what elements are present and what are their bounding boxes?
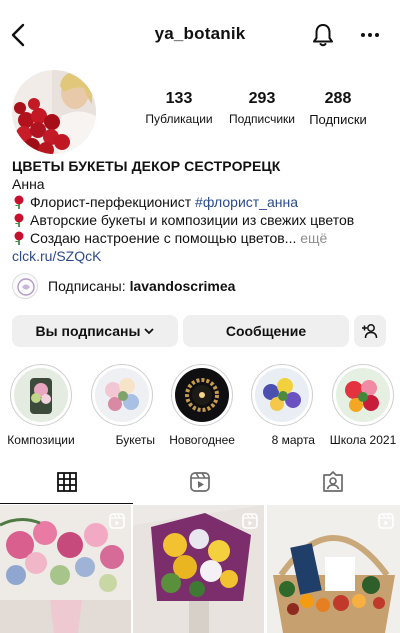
followed-by-prefix: Подписаны: bbox=[48, 278, 126, 294]
bio-website-link[interactable]: clck.ru/SZQcK bbox=[12, 247, 392, 265]
rose-icon bbox=[14, 231, 24, 245]
highlight-label: Новогоднее bbox=[169, 433, 235, 447]
tagged-icon bbox=[322, 471, 343, 492]
highlight-label: 8 марта bbox=[271, 433, 315, 447]
highlight-cover bbox=[251, 364, 313, 426]
following-label: Подписки bbox=[309, 112, 367, 127]
follower-avatar bbox=[12, 273, 38, 299]
grid-icon bbox=[56, 471, 77, 492]
following-count: 288 bbox=[324, 90, 352, 107]
highlight-cover bbox=[91, 364, 153, 426]
highlight-item[interactable]: Букеты bbox=[89, 364, 155, 449]
reels-icon bbox=[109, 513, 125, 529]
bio-line-1: Флорист-перфекционист bbox=[30, 194, 196, 210]
stat-following[interactable]: 288 Подписки bbox=[296, 90, 380, 127]
highlight-item[interactable]: Новогоднее bbox=[169, 364, 235, 449]
highlight-cover bbox=[332, 364, 394, 426]
add-user-icon bbox=[362, 324, 378, 339]
rose-icon bbox=[14, 195, 24, 209]
tab-posts[interactable] bbox=[0, 460, 133, 504]
profile-bio: ЦВЕТЫ БУКЕТЫ ДЕКОР СЕСТРОРЕЦК Анна Флори… bbox=[12, 157, 392, 265]
tab-tagged[interactable] bbox=[266, 460, 399, 504]
followers-count: 293 bbox=[248, 90, 276, 107]
reels-icon bbox=[242, 513, 258, 529]
posts-grid bbox=[0, 505, 400, 633]
post-thumbnail[interactable] bbox=[267, 505, 400, 633]
bio-more-link[interactable]: ещё bbox=[300, 230, 327, 246]
stat-posts[interactable]: 133 Публикации bbox=[135, 90, 223, 126]
chevron-down-icon bbox=[144, 328, 155, 335]
following-button[interactable]: Вы подписаны bbox=[12, 315, 178, 347]
highlight-item[interactable]: 8 марта bbox=[249, 364, 315, 449]
highlight-item[interactable]: Композиции bbox=[7, 364, 75, 449]
bio-line-3: Создаю настроение с помощью цветов... bbox=[30, 230, 301, 246]
posts-count: 133 bbox=[165, 90, 193, 107]
stat-followers[interactable]: 293 Подписчики bbox=[218, 90, 306, 126]
avatar[interactable] bbox=[12, 70, 96, 154]
add-user-button[interactable] bbox=[354, 315, 386, 347]
bio-line: Авторские букеты и композиции из свежих … bbox=[12, 211, 392, 229]
bio-hashtag-link[interactable]: #флорист_анна bbox=[195, 194, 298, 210]
bio-line: Флорист-перфекционист #флорист_анна bbox=[12, 193, 392, 211]
post-thumbnail[interactable] bbox=[133, 505, 264, 633]
highlight-item[interactable]: Школа 2021 bbox=[330, 364, 396, 449]
post-thumbnail[interactable] bbox=[0, 505, 131, 633]
highlight-cover bbox=[10, 364, 72, 426]
profile-tabs bbox=[0, 460, 400, 504]
bio-line: Создаю настроение с помощью цветов... ещ… bbox=[12, 229, 392, 247]
highlight-label: Композиции bbox=[7, 433, 75, 447]
following-button-label: Вы подписаны bbox=[35, 323, 141, 339]
reels-icon bbox=[189, 472, 210, 492]
profile-username: ya_botanik bbox=[154, 24, 246, 43]
reels-icon bbox=[378, 513, 394, 529]
highlight-cover bbox=[171, 364, 233, 426]
message-button-label: Сообщение bbox=[225, 323, 307, 339]
top-bar: ya_botanik bbox=[0, 0, 400, 70]
bell-icon[interactable] bbox=[310, 20, 336, 50]
highlight-label: Школа 2021 bbox=[329, 433, 397, 447]
bio-title: ЦВЕТЫ БУКЕТЫ ДЕКОР СЕСТРОРЕЦК bbox=[12, 158, 281, 174]
followed-by[interactable]: Подписаны: lavandoscrimea bbox=[12, 272, 235, 300]
bio-name: Анна bbox=[12, 176, 45, 192]
message-button[interactable]: Сообщение bbox=[183, 315, 349, 347]
followers-label: Подписчики bbox=[228, 112, 295, 126]
bio-line-2: Авторские букеты и композиции из свежих … bbox=[30, 212, 355, 228]
more-horizontal-icon[interactable] bbox=[357, 24, 383, 46]
highlight-label: Букеты bbox=[115, 433, 155, 447]
tab-reels[interactable] bbox=[133, 460, 266, 504]
posts-label: Публикации bbox=[145, 112, 213, 126]
rose-icon bbox=[14, 213, 24, 227]
followed-by-account[interactable]: lavandoscrimea bbox=[130, 278, 236, 294]
